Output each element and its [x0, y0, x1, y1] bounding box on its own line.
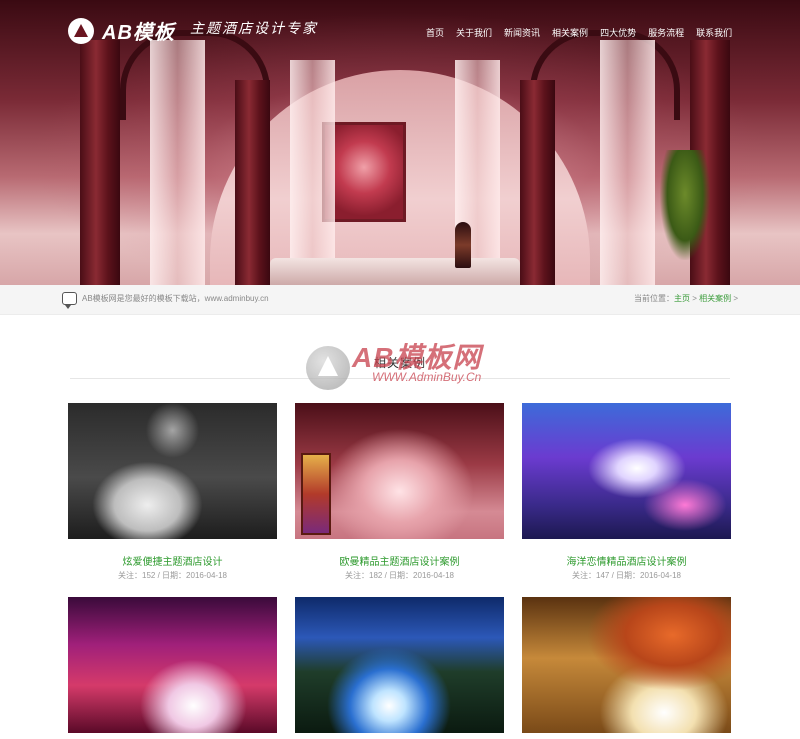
breadcrumb-separator: >	[689, 294, 700, 303]
nav-home[interactable]: 首页	[420, 24, 450, 41]
nav-about[interactable]: 关于我们	[450, 24, 498, 41]
case-card[interactable]: 欧曼精品主题酒店设计案例 关注：182 / 日期：2016-04-18	[295, 403, 504, 581]
section-title: 相关案例	[373, 356, 426, 370]
case-thumbnail[interactable]	[295, 403, 504, 539]
curtain-right-inner	[520, 80, 555, 285]
case-thumbnail[interactable]	[522, 403, 731, 539]
hero-plant	[660, 150, 710, 260]
case-thumbnail[interactable]	[68, 403, 277, 539]
site-slogan: 主题酒店设计专家	[190, 21, 318, 37]
breadcrumb-trailing: >	[731, 294, 738, 303]
case-meta: 关注：152 / 日期：2016-04-18	[118, 571, 227, 580]
notice-icon	[62, 292, 77, 309]
nav-news[interactable]: 新闻资讯	[498, 24, 546, 41]
case-meta: 关注：147 / 日期：2016-04-18	[572, 571, 681, 580]
logo-icon	[68, 17, 94, 44]
breadcrumb-current-link[interactable]: 相关案例	[699, 294, 731, 303]
curtain-center-left	[290, 60, 335, 285]
curtain-left-outer	[80, 40, 120, 285]
case-title[interactable]: 海洋恋情精品酒店设计案例	[522, 553, 731, 568]
hero-bed	[270, 258, 520, 285]
case-title[interactable]: 炫爱便捷主题酒店设计	[68, 553, 277, 568]
main-nav: 首页 关于我们 新闻资讯 相关案例 四大优势 服务流程 联系我们	[420, 24, 738, 41]
watermark-url: WWW.AdminBuy.Cn	[372, 370, 482, 384]
hero-banner: AB模板 主题酒店设计专家 首页 关于我们 新闻资讯 相关案例 四大优势 服务流…	[0, 0, 800, 285]
nav-advantages[interactable]: 四大优势	[594, 24, 642, 41]
case-thumbnail[interactable]	[522, 597, 731, 733]
curtain-left-sheer	[150, 40, 205, 285]
case-title[interactable]: 欧曼精品主题酒店设计案例	[295, 553, 504, 568]
site-logo[interactable]: AB模板	[68, 16, 175, 45]
curtain-right-sheer	[600, 40, 655, 285]
case-thumbnail[interactable]	[68, 597, 277, 733]
breadcrumb-prefix: 当前位置：	[633, 294, 674, 303]
breadcrumb: 当前位置：主页 > 相关案例 >	[634, 293, 738, 304]
case-thumbnail[interactable]	[295, 597, 504, 733]
case-meta: 关注：182 / 日期：2016-04-18	[345, 571, 454, 580]
breadcrumb-bar: AB模板网是您最好的模板下载站，www.adminbuy.cn 当前位置：主页 …	[0, 285, 800, 315]
case-card[interactable]: 海洋恋情精品酒店设计案例 关注：147 / 日期：2016-04-18	[522, 403, 731, 581]
case-card[interactable]	[295, 597, 504, 739]
case-card[interactable]	[68, 597, 277, 739]
case-card[interactable]: 炫爱便捷主题酒店设计 关注：152 / 日期：2016-04-18	[68, 403, 277, 581]
site-notice: AB模板网是您最好的模板下载站，www.adminbuy.cn	[82, 294, 269, 303]
section-divider	[70, 378, 730, 379]
curtain-left-inner	[235, 80, 270, 285]
nav-cases[interactable]: 相关案例	[546, 24, 594, 41]
logo-text: AB模板	[102, 22, 175, 44]
nav-contact[interactable]: 联系我们	[690, 24, 738, 41]
breadcrumb-home-link[interactable]: 主页	[674, 294, 690, 303]
nav-process[interactable]: 服务流程	[642, 24, 690, 41]
hero-lantern	[455, 222, 471, 268]
case-card[interactable]	[522, 597, 731, 739]
